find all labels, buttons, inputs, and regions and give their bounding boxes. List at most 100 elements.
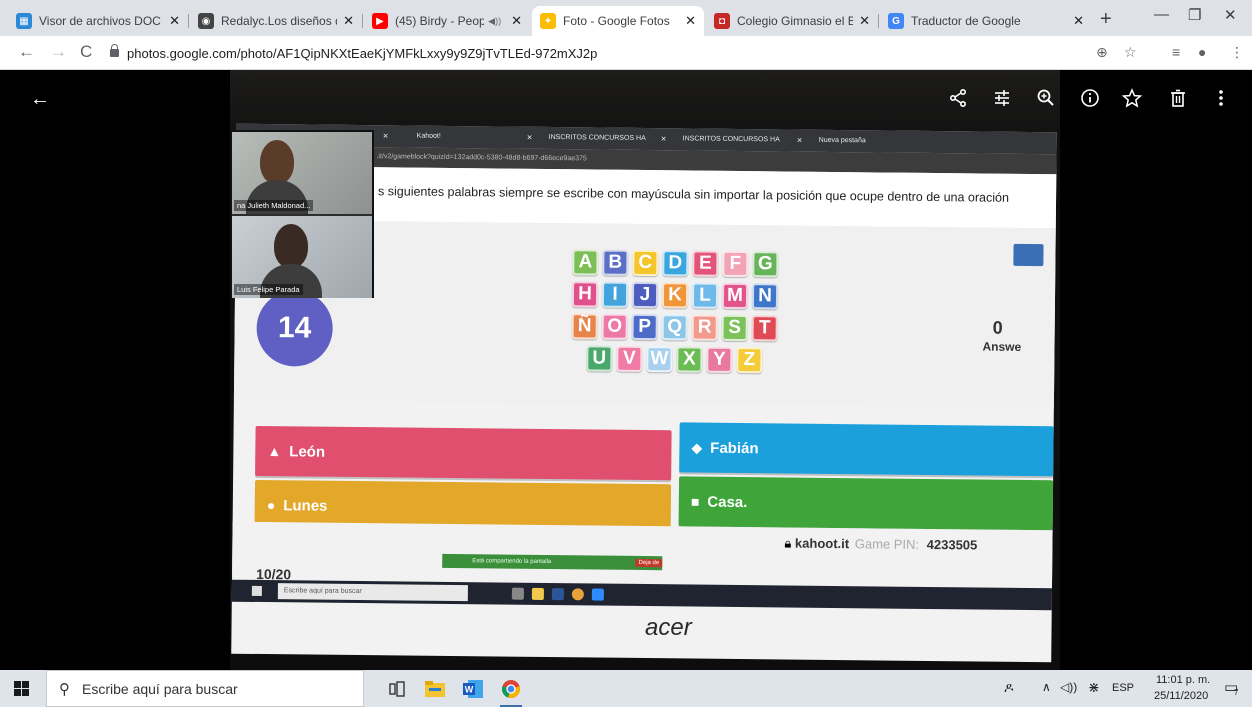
browser-tab[interactable]: G Traductor de Google ✕ <box>880 6 1092 36</box>
letter-tile: Ñ <box>571 313 598 340</box>
back-button[interactable]: ← <box>18 42 35 62</box>
clock-date[interactable]: 25/11/2020 <box>1154 690 1208 702</box>
letter-tile: A <box>572 249 599 276</box>
photo-image: ✕ Kahoot! ✕ INSCRITOS CONCURSOS HA ✕ INS… <box>230 70 1060 670</box>
docs-viewer-favicon-icon: ▦ <box>16 13 32 29</box>
browser-menu-icon[interactable]: ⋮ <box>1230 44 1244 61</box>
letter-tile: X <box>676 346 703 373</box>
letter-tile: S <box>721 314 748 342</box>
trash-icon[interactable] <box>1168 88 1188 114</box>
task-view-icon <box>389 680 405 697</box>
letter-tile: N <box>751 283 779 310</box>
browser-tab-active[interactable]: ✦ Foto - Google Fotos ✕ <box>532 6 704 36</box>
address-bar[interactable]: photos.google.com/photo/AF1QipNKXtEaeKjY… <box>110 41 1130 65</box>
letter-tile: E <box>692 250 719 277</box>
people-icon[interactable]: ዶ <box>1004 680 1014 696</box>
globe-favicon-icon: ◉ <box>198 13 214 29</box>
school-favicon-icon: ◘ <box>714 13 730 29</box>
reading-list-icon[interactable]: ≡ <box>1172 44 1180 60</box>
browser-tab[interactable]: ▦ Visor de archivos DOC ✕ <box>8 6 189 36</box>
answer-option-square: ■ Casa. <box>678 476 1054 531</box>
letter-tile: R <box>691 314 718 341</box>
network-icon[interactable]: ⋇ <box>1088 679 1100 696</box>
kahoot-footer: 🔒︎ kahoot.it Game PIN: 4233505 Está comp… <box>232 521 1053 582</box>
taskbar-search-box[interactable]: ⚲ Escribe aquí para buscar <box>46 670 364 707</box>
forward-button[interactable]: → <box>50 42 67 62</box>
lock-icon <box>110 44 119 57</box>
search-icon: ⚲ <box>59 680 70 698</box>
new-tab-button[interactable]: + <box>1100 8 1112 31</box>
photo-viewer: ← ✕ Kahoot! ✕ INSCRITOS CONCURSOS HA ✕ I… <box>0 70 1252 670</box>
letter-tile: P <box>631 313 658 341</box>
answers-label: Answe <box>982 339 1022 354</box>
task-view-button[interactable] <box>384 676 410 701</box>
edit-icon[interactable] <box>992 88 1012 114</box>
close-tab-icon[interactable]: ✕ <box>685 13 696 29</box>
question-text: s siguientes palabras siempre se escribe… <box>378 184 1010 205</box>
browser-tab[interactable]: ◘ Colegio Gimnasio el Bo ✕ <box>706 6 879 36</box>
windows-start-button[interactable] <box>14 681 29 696</box>
browser-tab[interactable]: ▶ (45) Birdy - People ◀)) ✕ <box>364 6 530 36</box>
answer-option-triangle: ▲ León <box>255 425 672 481</box>
letter-row: ÑOPQRST <box>565 313 785 342</box>
info-icon[interactable] <box>1080 88 1100 114</box>
close-tab-icon[interactable]: ✕ <box>169 13 180 29</box>
svg-text:W: W <box>465 684 474 694</box>
clock-time[interactable]: 11:01 p. m. <box>1156 674 1210 686</box>
more-icon <box>1219 90 1223 106</box>
chrome-icon <box>501 679 521 698</box>
letter-tile: V <box>616 345 643 372</box>
reload-button[interactable]: C <box>80 42 92 62</box>
close-tab-icon[interactable]: ✕ <box>859 13 870 29</box>
letter-tile: H <box>571 281 599 308</box>
volume-icon[interactable]: ◁)) <box>1060 680 1077 694</box>
star-icon <box>1121 88 1143 108</box>
participant-name: na Julieth Maldonad... <box>234 200 314 211</box>
close-tab-icon[interactable]: ✕ <box>511 13 522 29</box>
share-icon[interactable] <box>948 88 968 114</box>
word-button[interactable]: W <box>460 676 486 701</box>
edit-icon <box>995 90 1009 106</box>
notification-count: 7 <box>1234 688 1239 697</box>
word-icon <box>551 588 564 601</box>
skip-button <box>1013 243 1044 267</box>
inner-search-box: Escribe aquí para buscar <box>277 583 468 602</box>
chrome-icon <box>571 588 584 601</box>
restore-window-button[interactable]: ❐ <box>1188 6 1201 24</box>
monitor-brand-logo: acer <box>645 614 692 641</box>
google-translate-favicon-icon: G <box>888 13 904 29</box>
letter-tile: B <box>602 249 629 276</box>
close-window-button[interactable]: ✕ <box>1224 6 1237 24</box>
more-icon[interactable] <box>1216 88 1226 114</box>
letter-tile: Z <box>736 346 763 374</box>
letter-tile: Q <box>661 314 688 341</box>
minimize-window-button[interactable]: — <box>1154 6 1169 23</box>
info-icon <box>1081 89 1099 107</box>
profile-avatar[interactable]: ● <box>1198 44 1206 60</box>
letter-row: ABCDEFG <box>565 249 785 278</box>
task-view-icon <box>511 587 524 600</box>
share-icon <box>949 88 967 108</box>
countdown-timer: 14 <box>256 289 334 367</box>
close-tab-icon[interactable]: ✕ <box>343 13 354 29</box>
back-arrow-icon[interactable]: ← <box>30 88 50 111</box>
bookmark-star-icon[interactable]: ☆ <box>1124 44 1137 61</box>
letter-tile: Y <box>706 346 733 373</box>
letter-tile: M <box>721 282 749 310</box>
audio-playing-icon[interactable]: ◀)) <box>488 16 501 27</box>
browser-tab[interactable]: ◉ Redalyc.Los diseños de ✕ <box>190 6 363 36</box>
chrome-button[interactable] <box>498 676 524 707</box>
close-tab-icon[interactable]: ✕ <box>1073 13 1084 29</box>
input-language[interactable]: ESP <box>1112 682 1134 694</box>
system-tray: ዶ ∧ ◁)) ⋇ ESP 11:01 p. m. 25/11/2020 ▭ 7 <box>992 670 1252 707</box>
circle-icon: ● <box>266 497 276 514</box>
letter-row: HIJKLMN <box>565 281 785 310</box>
show-hidden-icons-icon[interactable]: ∧ <box>1042 680 1051 694</box>
zoom-icon[interactable] <box>1036 88 1056 114</box>
zoom-icon <box>1037 89 1054 106</box>
answers-count: 0 <box>992 317 1003 338</box>
file-explorer-button[interactable] <box>422 676 448 701</box>
star-icon[interactable] <box>1121 88 1143 114</box>
install-app-icon[interactable]: ⊕ <box>1096 44 1108 61</box>
windows-start-icon <box>251 585 262 597</box>
